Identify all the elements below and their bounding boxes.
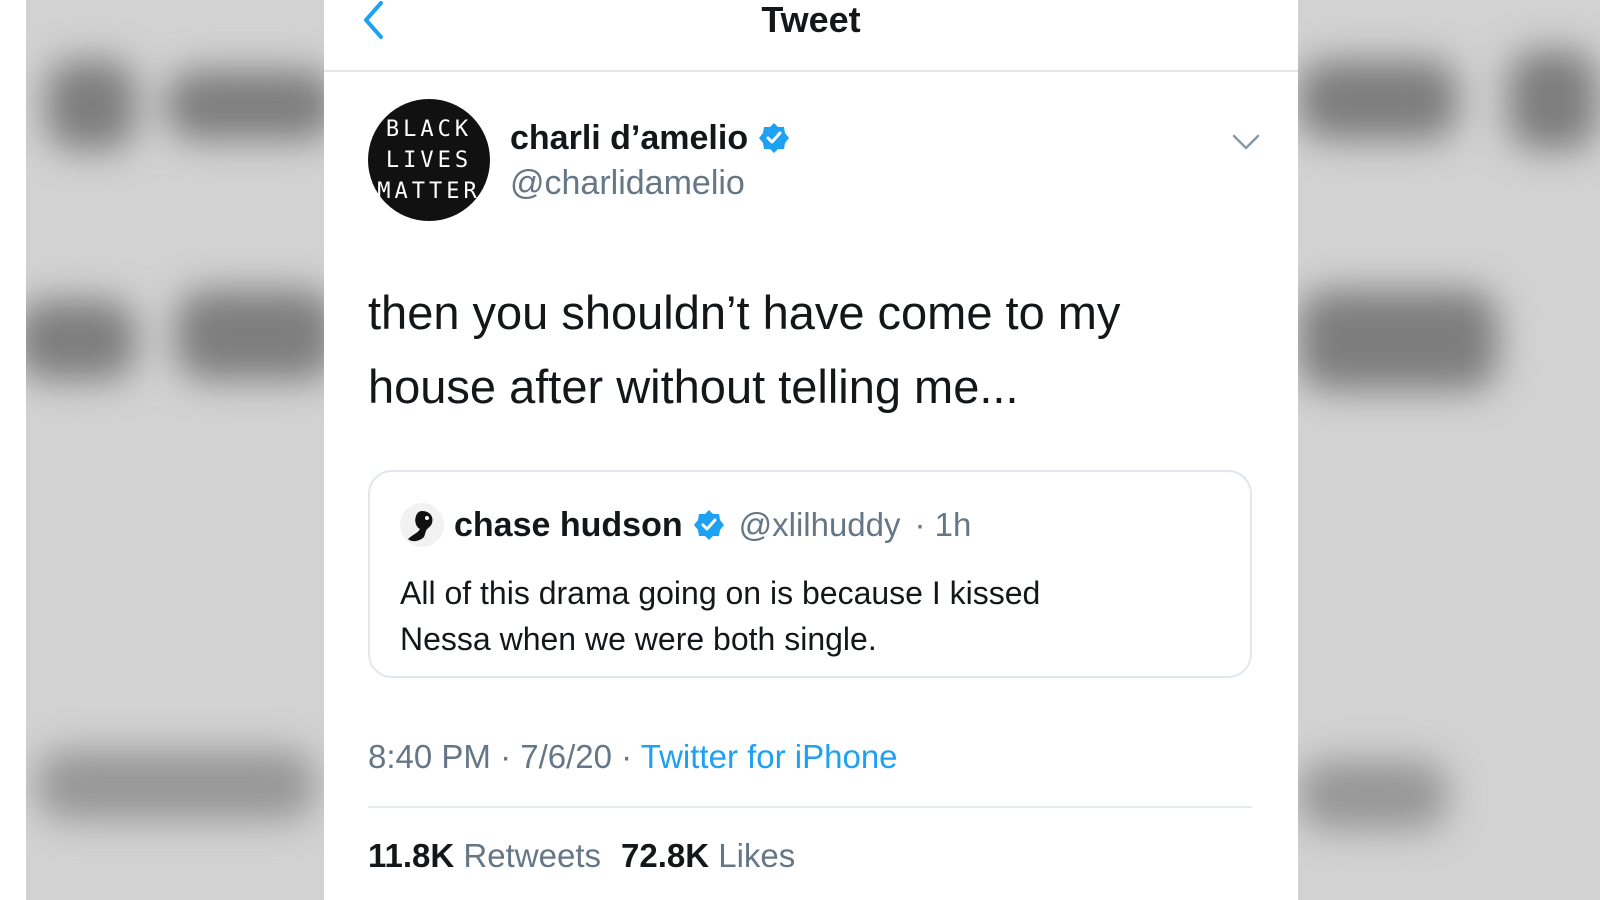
verified-badge-icon: [759, 123, 790, 153]
likes-label: Likes: [718, 837, 796, 874]
tweet-date: 7/6/20: [520, 738, 612, 775]
retweets-label: Retweets: [463, 837, 601, 874]
retweets-stat[interactable]: 11.8K Retweets: [368, 834, 601, 878]
likes-stat[interactable]: 72.8K Likes: [621, 834, 795, 878]
tweet-metadata: 8:40 PM · 7/6/20 · Twitter for iPhone: [368, 735, 898, 779]
page-title: Tweet: [761, 0, 861, 40]
verified-badge-icon: [693, 510, 724, 540]
divider: [368, 806, 1252, 808]
chevron-down-icon[interactable]: [1228, 124, 1264, 160]
avatar-text-line: MATTER: [377, 178, 481, 204]
avatar-text-line: BLACK: [385, 116, 473, 142]
quoted-tweet-card[interactable]: chase hudson @xlilhuddy · 1h All of this…: [368, 470, 1252, 678]
author-name: charli d’amelio: [510, 119, 749, 157]
top-nav-bar: Tweet: [324, 0, 1298, 72]
likes-count: 72.8K: [620, 837, 710, 874]
blurred-background-right: [1298, 0, 1600, 900]
quoted-avatar-image: [400, 503, 444, 547]
meta-separator: ·: [621, 738, 633, 775]
quoted-author-handle: @xlilhuddy: [738, 506, 901, 543]
quoted-tweet-time: · 1h: [914, 506, 972, 543]
retweets-count: 11.8K: [368, 837, 455, 874]
tweet-source-link[interactable]: Twitter for iPhone: [641, 738, 898, 775]
avatar-text-line: LIVES: [385, 147, 473, 173]
quoted-author-name: chase hudson: [454, 505, 683, 544]
tweet-text: then you shouldn’t have come to my house…: [368, 286, 1121, 413]
quoted-tweet-header: chase hudson @xlilhuddy · 1h: [400, 502, 971, 548]
quoted-tweet-text: All of this drama going on is because I …: [400, 575, 1041, 657]
tweet-screen: Tweet BLACK LIVES MATTER charli d’amelio…: [324, 0, 1298, 900]
meta-separator: ·: [500, 738, 512, 775]
tweet-time: 8:40 PM: [368, 738, 491, 775]
engagement-stats: 11.8K Retweets 72.8K Likes: [368, 834, 795, 878]
author-handle[interactable]: @charlidamelio: [510, 163, 745, 203]
author-avatar[interactable]: BLACK LIVES MATTER: [368, 99, 490, 221]
author-name-row[interactable]: charli d’amelio: [510, 118, 790, 158]
blurred-background-left: [26, 0, 324, 900]
quoted-author-avatar: [400, 503, 444, 547]
